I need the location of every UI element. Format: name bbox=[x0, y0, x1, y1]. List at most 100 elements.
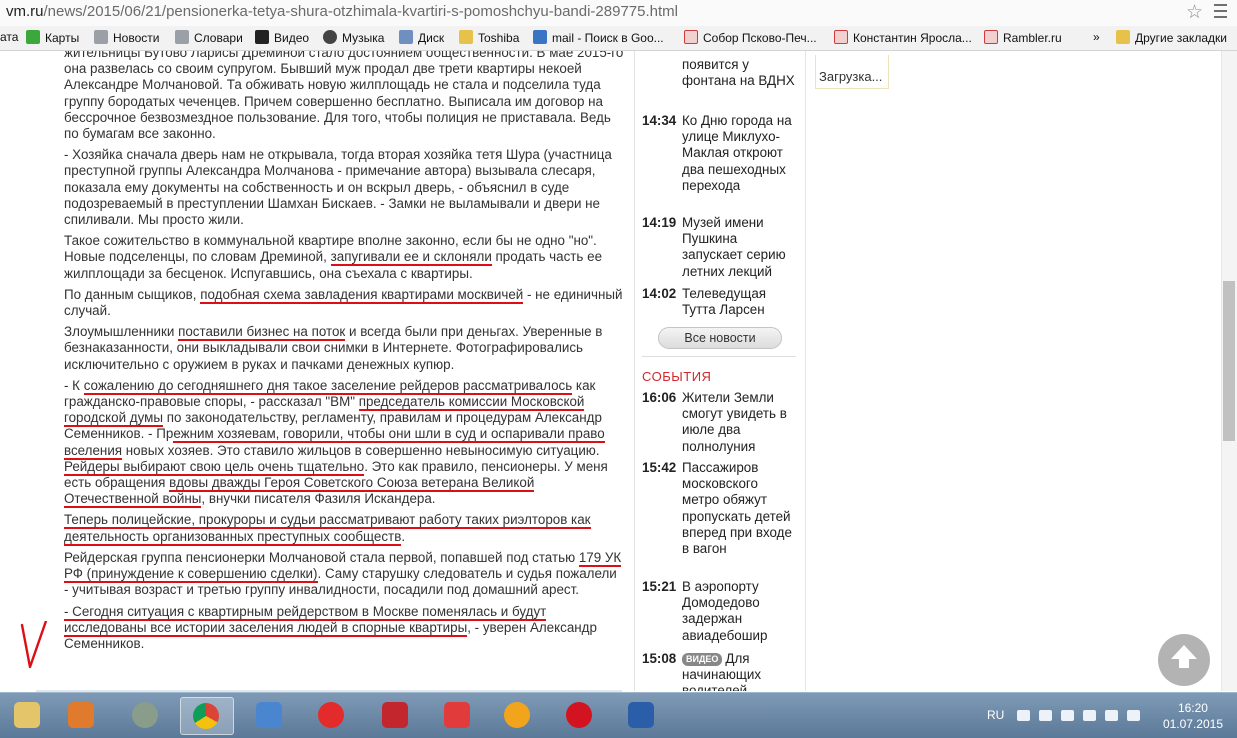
yandex-icon bbox=[984, 30, 998, 44]
news-headline[interactable]: Ко Дню города на улице Миклухо-Маклая от… bbox=[682, 113, 796, 194]
bookmark-disk[interactable]: Диск bbox=[399, 30, 444, 45]
bookmark-music[interactable]: Музыка bbox=[323, 30, 384, 45]
kaspersky-icon bbox=[382, 702, 408, 728]
system-tray: RU 16:20 01.07.2015 bbox=[937, 693, 1237, 738]
bookmark-dictionaries[interactable]: Словари bbox=[175, 30, 243, 45]
play-icon bbox=[255, 30, 269, 44]
taskbar-word[interactable] bbox=[616, 697, 668, 733]
url-host: vm.ru bbox=[6, 3, 44, 20]
article-body: жительницы Бутово Ларисы Дреминой стало … bbox=[64, 51, 624, 657]
volume-icon[interactable] bbox=[1127, 710, 1140, 721]
event-headline[interactable]: ВИДЕО Для начинающих водителей bbox=[682, 651, 796, 691]
highlighted-text: Теперь полицейские, прокуроры и судьи ра… bbox=[64, 512, 591, 546]
mail-icon bbox=[256, 702, 282, 728]
taskbar-kaspersky[interactable] bbox=[370, 697, 422, 733]
address-bar[interactable]: vm.ru/news/2015/06/21/pensionerka-tetya-… bbox=[0, 0, 1237, 27]
event-headline[interactable]: В аэропорту Домодедово задержан авиадебо… bbox=[682, 579, 796, 644]
highlighted-text: поставили бизнес на поток bbox=[178, 324, 346, 342]
event-time: 16:06 bbox=[642, 390, 677, 405]
url-text[interactable]: vm.ru/news/2015/06/21/pensionerka-tetya-… bbox=[6, 3, 678, 20]
tray-icon[interactable] bbox=[1017, 710, 1030, 721]
article-paragraph: Теперь полицейские, прокуроры и судьи ра… bbox=[64, 512, 591, 546]
news-headline[interactable]: появится у фонтана на ВДНХ bbox=[682, 57, 796, 89]
battery-icon[interactable] bbox=[1083, 710, 1096, 721]
article-paragraph: - Сегодня ситуация с квартирным рейдерст… bbox=[64, 603, 597, 651]
bookmark-video[interactable]: Видео bbox=[255, 30, 309, 45]
taskbar-mail[interactable] bbox=[244, 697, 296, 733]
bookmark-cathedral[interactable]: Собор Псково-Печ... bbox=[684, 30, 817, 45]
folder-icon bbox=[459, 30, 473, 44]
app-icon bbox=[132, 702, 158, 728]
bookmark-news[interactable]: Новости bbox=[94, 30, 159, 45]
left-margin bbox=[0, 51, 46, 691]
bookmarks-bar: ата Карты Новости Словари Видео Музыка Д… bbox=[0, 26, 1237, 51]
news-time: 14:34 bbox=[642, 113, 677, 128]
highlighted-text: Рейдеры выбирают свою цель очень тщатель… bbox=[64, 458, 365, 476]
network-icon[interactable] bbox=[1061, 710, 1074, 721]
page-icon bbox=[94, 30, 108, 44]
bookmark-toshiba[interactable]: Toshiba bbox=[459, 30, 519, 45]
bookmark-konstantin[interactable]: Константин Яросла... bbox=[834, 30, 972, 45]
column-divider bbox=[634, 51, 635, 691]
media-player-icon bbox=[68, 702, 94, 728]
events-section-title[interactable]: СОБЫТИЯ bbox=[642, 369, 711, 385]
yandex-browser-icon bbox=[318, 702, 344, 728]
article-paragraph: Злоумышленники поставили бизнес на поток… bbox=[64, 324, 603, 372]
system-clock[interactable]: 16:20 01.07.2015 bbox=[1163, 700, 1223, 732]
news-time: 14:02 bbox=[642, 286, 677, 301]
clock-time: 16:20 bbox=[1177, 701, 1208, 715]
taskbar-yandex[interactable] bbox=[432, 697, 484, 733]
news-headline[interactable]: Музей имени Пушкина запускает серию летн… bbox=[682, 215, 796, 280]
article-paragraph: По данным сыщиков, подобная схема завлад… bbox=[64, 286, 623, 319]
bookmark-item[interactable]: ата bbox=[0, 30, 18, 44]
all-news-button[interactable]: Все новости bbox=[658, 327, 782, 349]
bookmark-maps[interactable]: Карты bbox=[26, 30, 79, 45]
sun-icon bbox=[504, 702, 530, 728]
arrow-up-icon bbox=[1171, 645, 1197, 659]
opera-icon bbox=[566, 702, 592, 728]
bookmark-other[interactable]: Другие закладки bbox=[1116, 30, 1227, 45]
event-headline[interactable]: Пассажиров московского метро обяжут проп… bbox=[682, 460, 796, 557]
menu-icon[interactable] bbox=[1214, 4, 1227, 22]
loading-widget: Загрузка... bbox=[815, 55, 889, 89]
url-path: /news/2015/06/21/pensionerka-tetya-shura… bbox=[43, 3, 679, 20]
taskbar-chrome[interactable] bbox=[180, 697, 234, 735]
scrollbar-thumb[interactable] bbox=[1223, 281, 1235, 441]
google-icon bbox=[533, 30, 547, 44]
maps-icon bbox=[26, 30, 40, 44]
highlighted-text: запугивали ее и склоняли bbox=[330, 249, 492, 267]
section-divider bbox=[642, 356, 796, 357]
event-headline[interactable]: Жители Земли смогут увидеть в июле два п… bbox=[682, 390, 796, 455]
video-badge: ВИДЕО bbox=[682, 653, 723, 666]
device-icon[interactable] bbox=[1105, 710, 1118, 721]
article-paragraph: - К сожалению до сегодняшнего дня такое … bbox=[64, 377, 608, 509]
taskbar-file-manager[interactable] bbox=[2, 697, 54, 733]
taskbar-sun-app[interactable] bbox=[492, 697, 544, 733]
taskbar-media-player[interactable] bbox=[56, 697, 108, 733]
highlighted-text: сожалению до сегодняшнего дня такое засе… bbox=[83, 377, 573, 395]
taskbar-opera[interactable] bbox=[554, 697, 606, 733]
bookmarks-overflow-chevron[interactable]: » bbox=[1093, 30, 1100, 44]
chrome-icon bbox=[193, 703, 219, 729]
bookmark-google-search[interactable]: mail - Поиск в Goo... bbox=[533, 30, 664, 45]
article-paragraph: жительницы Бутово Ларисы Дреминой стало … bbox=[64, 51, 624, 142]
news-headline[interactable]: Телеведущая Тутта Ларсен bbox=[682, 286, 796, 318]
flag-icon[interactable] bbox=[1039, 710, 1052, 721]
language-indicator[interactable]: RU bbox=[987, 708, 1004, 722]
taskbar-app[interactable] bbox=[120, 697, 172, 733]
folder-icon bbox=[1116, 30, 1130, 44]
scroll-to-top-button[interactable] bbox=[1158, 634, 1210, 686]
bookmark-rambler[interactable]: Rambler.ru bbox=[984, 30, 1062, 45]
event-time: 15:08 bbox=[642, 651, 677, 666]
event-time: 15:42 bbox=[642, 460, 677, 475]
highlighted-text: подобная схема завладения квартирами мос… bbox=[200, 286, 524, 304]
bookmark-star-icon[interactable]: ☆ bbox=[1186, 1, 1203, 24]
folder-icon bbox=[14, 702, 40, 728]
page-content: жительницы Бутово Ларисы Дреминой стало … bbox=[0, 51, 1237, 691]
handwritten-check-mark bbox=[20, 619, 50, 676]
taskbar: RU 16:20 01.07.2015 bbox=[0, 692, 1237, 738]
clock-date: 01.07.2015 bbox=[1162, 717, 1223, 731]
taskbar-yandex-browser[interactable] bbox=[306, 697, 358, 733]
article-paragraph: Такое сожительство в коммунальной кварти… bbox=[64, 233, 603, 281]
music-icon bbox=[323, 30, 337, 44]
